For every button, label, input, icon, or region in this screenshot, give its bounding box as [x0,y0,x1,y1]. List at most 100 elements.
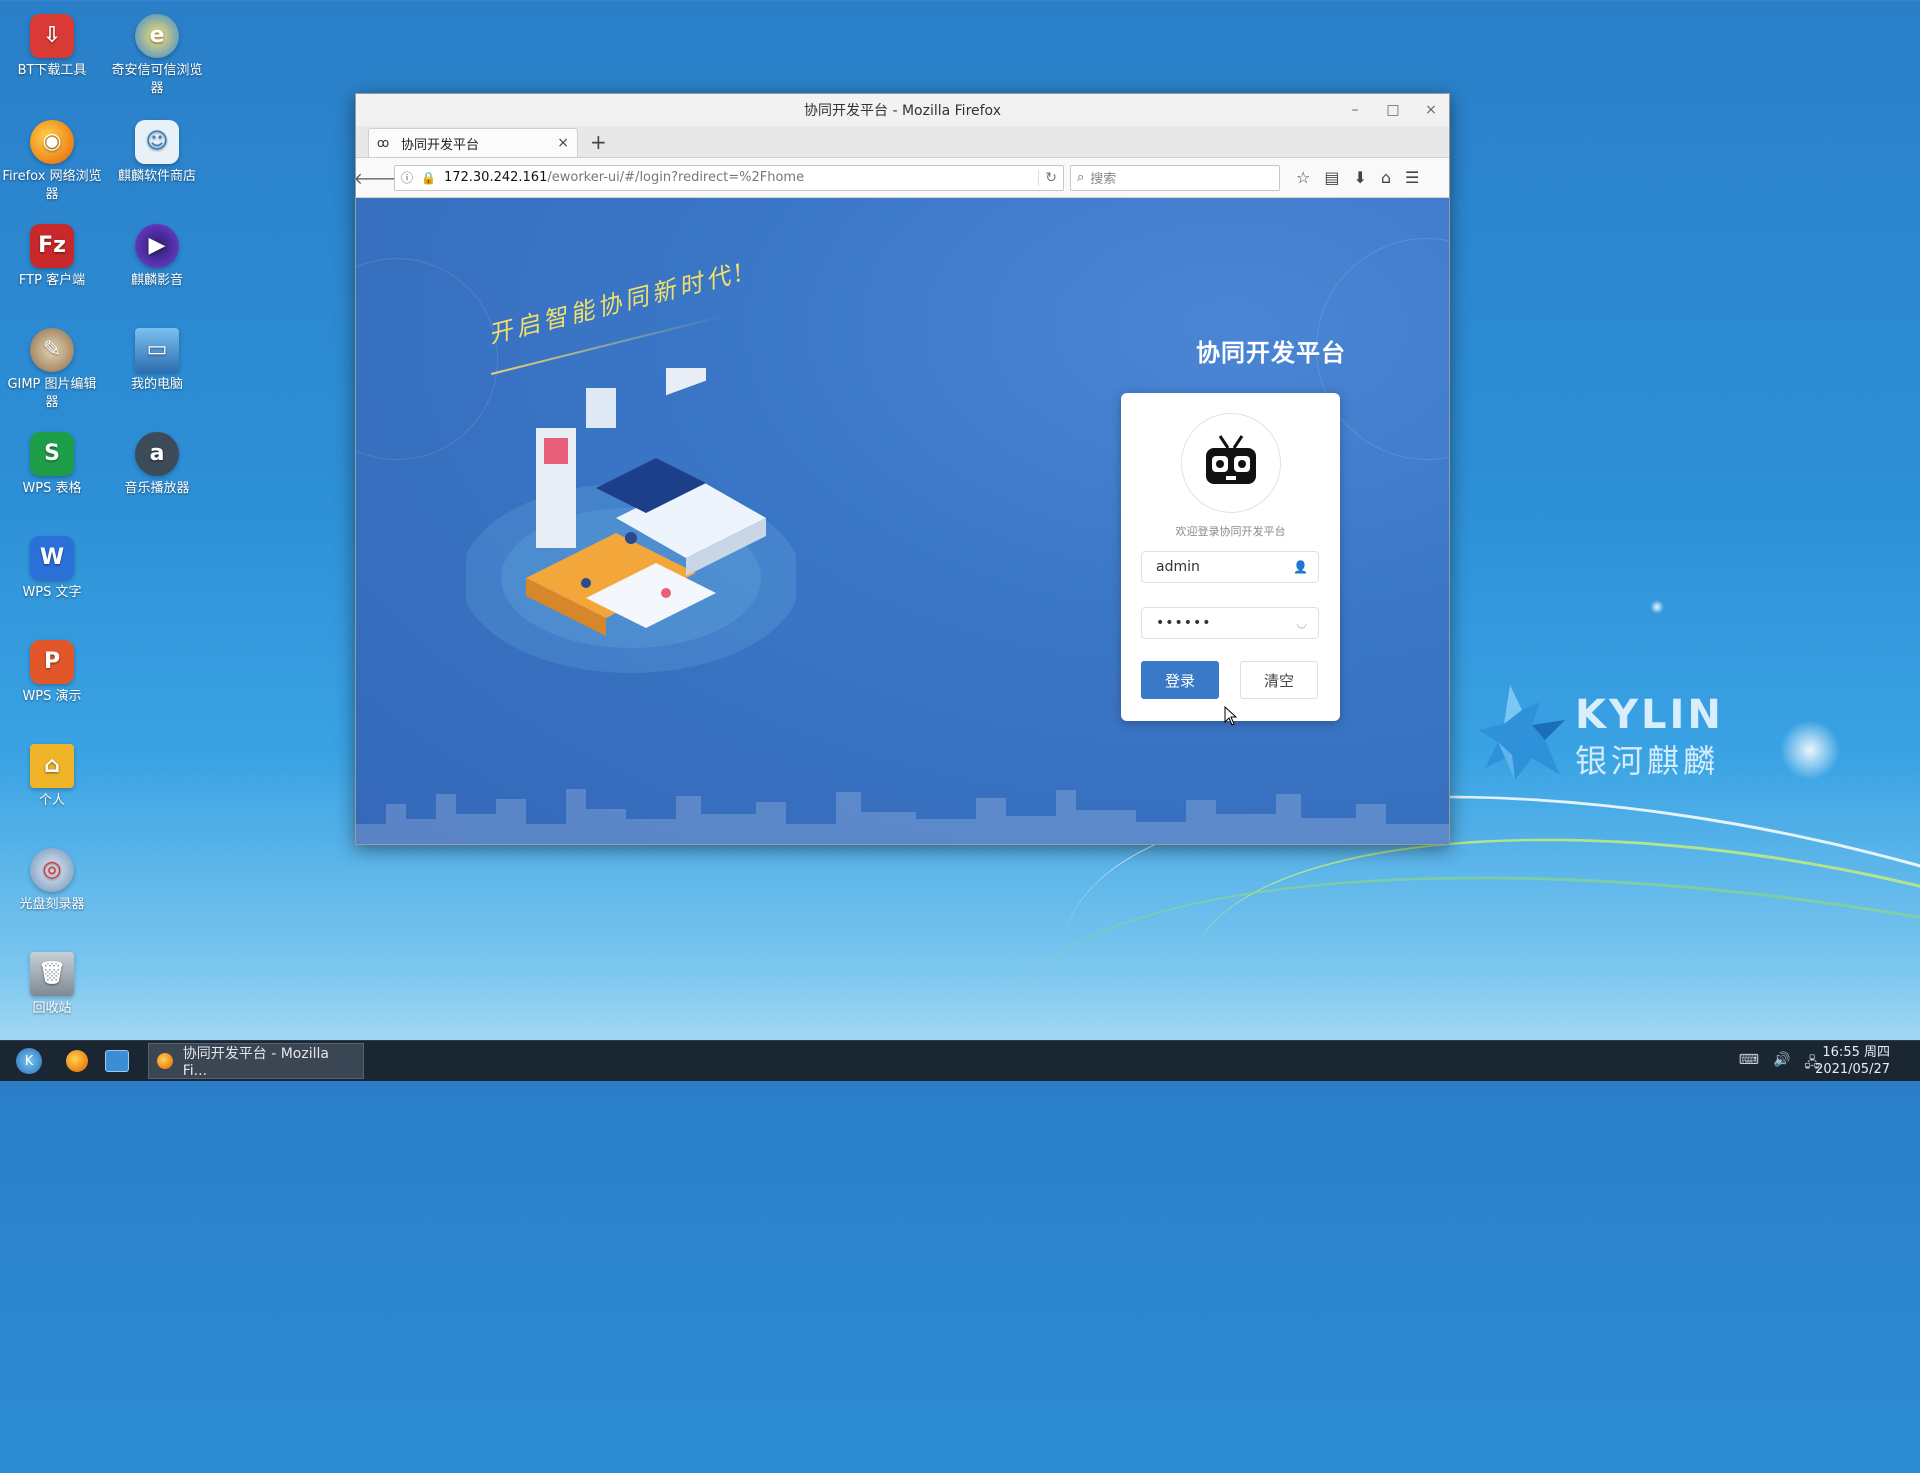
desktop-icon-wps-sheet[interactable]: S WPS 表格 [2,432,102,498]
taskbar: K 协同开发平台 - Mozilla Fi... ⌨ 🔊 🖧 16:55 周四 … [0,1040,1920,1081]
download-arrow-icon: ⇩ [30,14,74,58]
desktop-icon-label: Firefox 网络浏览器 [2,169,102,202]
desktop-icon-home[interactable]: ⌂ 个人 [2,744,102,810]
login-button[interactable]: 登录 [1141,661,1219,699]
wallpaper-glow [1780,720,1840,780]
password-input[interactable]: •••••• ◡ [1141,607,1319,639]
desktop-icon-label: WPS 表格 [22,481,82,496]
desktop-icon-label: 麒麟软件商店 [117,169,196,184]
tab-login-page[interactable]: ꝏ 协同开发平台 × [368,128,578,157]
tab-title: 协同开发平台 [401,137,480,153]
desktop-icon-label: WPS 文字 [22,585,82,600]
taskbar-window-label: 协同开发平台 - Mozilla Fi... [182,1046,329,1079]
clock-date: 2021/05/27 [1815,1062,1890,1077]
tv-robot-logo-icon [1206,435,1256,484]
user-icon: 👤 [1293,560,1308,574]
keyboard-icon[interactable]: ⌨ [1739,1052,1759,1076]
close-window-button[interactable]: × [1421,102,1441,118]
downloads-icon[interactable]: ⬇ [1353,168,1366,187]
desktop-icon-music-player[interactable]: a 音乐播放器 [107,432,207,498]
desktop-icon-ftp-client[interactable]: Fz FTP 客户端 [2,224,102,290]
new-tab-button[interactable]: + [590,130,607,154]
clock[interactable]: 16:55 周四 2021/05/27 [1815,1044,1890,1078]
home-icon[interactable]: ⌂ [1381,168,1391,187]
desktop-icon-trash[interactable]: 🗑 回收站 [2,952,102,1018]
welcome-text: 欢迎登录协同开发平台 [1175,525,1286,538]
username-input[interactable]: admin 👤 [1141,551,1319,583]
music-player-icon: a [135,432,179,476]
search-placeholder: 搜索 [1090,172,1117,187]
menu-hamburger-icon[interactable]: ☰ [1405,168,1419,187]
taskbar-file-manager-launcher[interactable] [102,1047,132,1075]
search-icon: ⌕ [1077,170,1085,185]
firefox-icon [66,1050,88,1072]
slogan-text: 开启智能协同新时代! [485,257,750,349]
login-page: 开启智能协同新时代! 协同开发平台 欢迎登录协同开发平台 admin 👤 •••… [356,198,1449,844]
site-info-icon[interactable]: ⓘ [401,169,413,186]
kylin-wolf-icon [1478,685,1565,780]
collaboration-illustration [466,368,796,673]
desktop-icon-label: 麒麟影音 [130,273,183,288]
file-manager-icon [105,1050,129,1072]
clear-button[interactable]: 清空 [1240,661,1318,699]
toolbar-buttons: ☆ ▤ ⬇ ⌂ ☰ [1296,168,1419,187]
desktop-icon-label: 奇安信可信浏览器 [111,63,203,96]
password-value: •••••• [1156,615,1212,631]
taskbar-firefox-launcher[interactable] [62,1047,92,1075]
back-arrow-icon: 🡐 [355,168,397,188]
desktop-icon-qianxin-browser[interactable]: e 奇安信可信浏览器 [107,14,207,98]
desktop-icon-label: 音乐播放器 [124,481,190,496]
kylin-logo: KYLIN 银河麒麟 [1470,680,1730,800]
tab-bar: ꝏ 协同开发平台 × + [356,126,1449,158]
desktop-icon-label: FTP 客户端 [18,273,86,288]
volume-icon[interactable]: 🔊 [1773,1052,1790,1076]
trash-icon: 🗑 [30,952,74,996]
kylin-start-icon: K [16,1048,42,1074]
desktop-icon-wps-presentation[interactable]: P WPS 演示 [2,640,102,706]
search-input[interactable]: ⌕ 搜索 [1070,164,1280,191]
window-title: 协同开发平台 - Mozilla Firefox [804,103,1001,119]
site-favicon-icon: ꝏ [377,136,390,150]
desktop-icon-bt-download[interactable]: ⇩ BT下载工具 [2,14,102,80]
desktop-icon-firefox[interactable]: ◉ Firefox 网络浏览器 [2,120,102,204]
desktop-icon-label: 我的电脑 [130,377,183,392]
maximize-button[interactable]: □ [1383,102,1403,118]
tab-close-icon[interactable]: × [557,135,569,151]
firefox-icon: ◉ [30,120,74,164]
mouse-cursor-icon [1224,706,1238,726]
reading-list-icon[interactable]: ▤ [1324,168,1339,187]
login-title: 协同开发平台 [1196,339,1346,367]
reload-icon[interactable]: ↻ [1038,169,1057,186]
desktop-icon-gimp[interactable]: ✎ GIMP 图片编辑器 [2,328,102,412]
eye-closed-icon[interactable]: ◡ [1297,616,1308,630]
minimize-button[interactable]: – [1345,102,1365,118]
desktop-icon-label: 个人 [38,793,65,808]
bookmark-star-icon[interactable]: ☆ [1296,168,1310,187]
desktop-icon-my-computer[interactable]: ▭ 我的电脑 [107,328,207,394]
home-folder-icon: ⌂ [30,744,74,788]
back-button[interactable]: 🡐 [356,165,396,191]
desktop-icon-video-player[interactable]: ▶ 麒麟影音 [107,224,207,290]
kylin-logo-text: KYLIN [1575,692,1724,738]
desktop-icon-software-store[interactable]: ☺ 麒麟软件商店 [107,120,207,186]
desktop-icon-label: 光盘刻录器 [19,897,85,912]
window-titlebar[interactable]: 协同开发平台 - Mozilla Firefox – □ × [356,94,1449,126]
store-bag-icon: ☺ [135,120,179,164]
window-controls: – □ × [1345,94,1441,126]
desktop-icon-wps-writer[interactable]: W WPS 文字 [2,536,102,602]
avatar [1181,413,1281,513]
desktop-icon-label: 回收站 [32,1001,72,1016]
desktop-icon-disc-burner[interactable]: ◎ 光盘刻录器 [2,848,102,914]
url-bar[interactable]: ⓘ 🔒 172.30.242.161 /eworker-ui/#/login?r… [394,164,1064,191]
wps-presentation-icon: P [30,640,74,684]
desktop-icon-label: BT下载工具 [17,63,87,78]
taskbar-window-firefox[interactable]: 协同开发平台 - Mozilla Fi... [148,1043,364,1079]
disc-burner-icon: ◎ [30,848,74,892]
url-path: /eworker-ui/#/login?redirect=%2Fhome [547,170,805,185]
firefox-icon [157,1053,173,1069]
navigation-toolbar: 🡐 ⓘ 🔒 172.30.242.161 /eworker-ui/#/login… [356,158,1449,198]
firefox-window: 协同开发平台 - Mozilla Firefox – □ × ꝏ 协同开发平台 … [355,93,1450,845]
city-skyline-decoration [356,789,1449,844]
wallpaper-glow [1650,600,1664,614]
start-menu-button[interactable]: K [14,1047,44,1075]
